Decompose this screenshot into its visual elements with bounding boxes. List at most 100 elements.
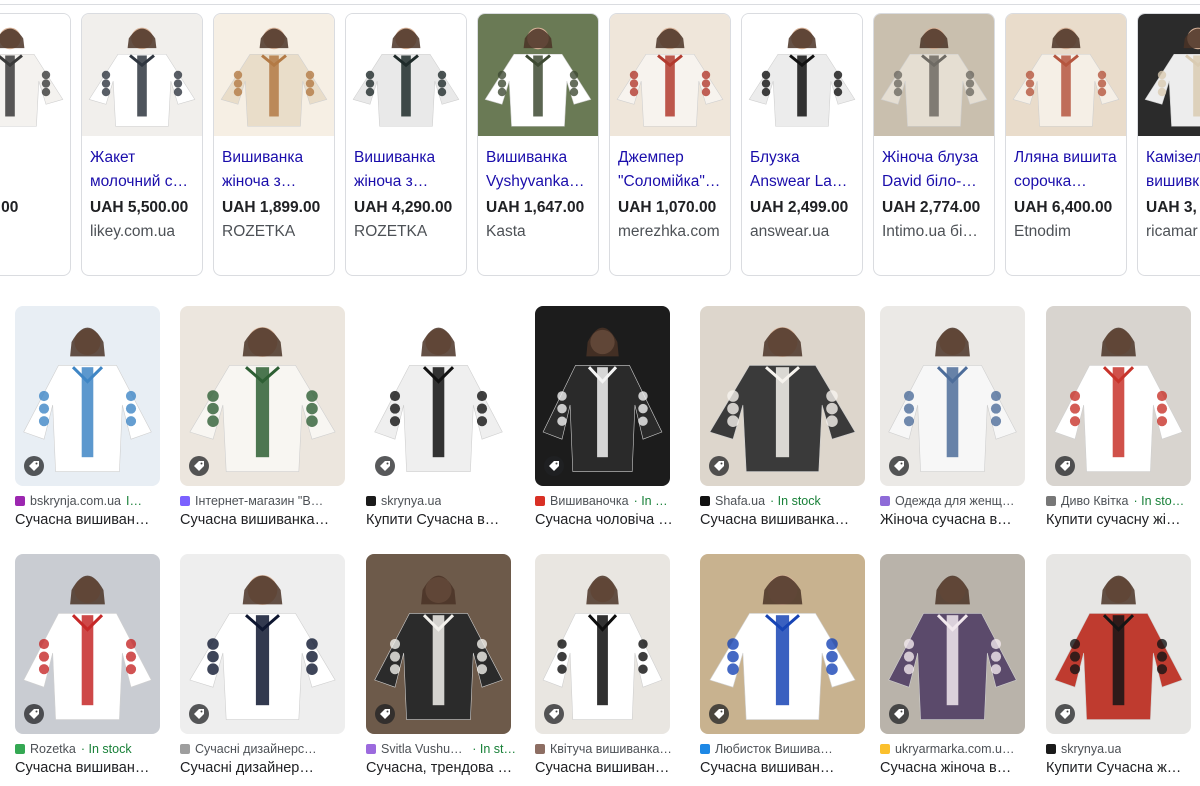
product-image[interactable] [478,14,598,136]
product-image[interactable] [214,14,334,136]
result-image[interactable] [366,554,511,734]
product-title[interactable]: Жакет молочний с… [90,146,198,194]
result-image[interactable] [535,554,670,734]
product-title[interactable]: Джемпер "Соломійка"… [618,146,726,194]
product-image[interactable] [0,14,70,136]
image-result[interactable]: Любисток Вишива… Сучасна вишиван… [700,554,865,776]
image-result[interactable]: ukryarmarka.com.u… Сучасна жіноча в… [880,554,1028,776]
result-image[interactable] [700,554,865,734]
result-caption[interactable]: Сучасна вишиван… [535,760,685,776]
product-title[interactable]: Вишиванка жіноча з… [222,146,330,194]
result-image[interactable] [1046,554,1191,734]
shopping-card[interactable]: Вишиванка жіноча з… UAH 1,899.00 ROZETKA [213,13,335,276]
product-title-line1: Камізел [1146,149,1200,166]
shopping-card[interactable]: Вишиванка жіноча з… UAH 4,290.00 ROZETKA [345,13,467,276]
image-result[interactable]: skrynya.ua Купити Сучасна в… [366,306,514,528]
product-image[interactable] [610,14,730,136]
result-image[interactable] [700,306,865,486]
result-caption[interactable]: Сучасна жіноча в… [880,760,1030,776]
image-result[interactable]: Svitla Vushuvanka · In st… Сучасна, трендо… [366,554,516,776]
image-result[interactable]: Інтернет-магазин "Ви… Сучасна вишиванка "… [180,306,345,528]
image-result[interactable]: Rozetka · In stock Сучасна вишиван… [15,554,163,776]
image-result[interactable]: Shafa.ua · In stock Сучасна вишиванка … [700,306,865,528]
result-image[interactable] [535,306,670,486]
result-source[interactable]: Інтернет-магазин "Ви… [180,493,330,509]
shopping-card[interactable]: Лляна вишита сорочка… UAH 6,400.00 Etnodim [1005,13,1127,276]
image-result[interactable]: Диво Квітка · In sto… Купити сучасну жі… [1046,306,1194,528]
result-image[interactable] [1046,306,1191,486]
result-source[interactable]: Любисток Вишива… [700,741,850,757]
stock-status: · In st… [472,742,516,756]
result-source[interactable]: skrynya.ua [366,493,516,509]
result-source[interactable]: Shafa.ua · In stock [700,493,850,509]
product-title[interactable]: нкаайз… [0,146,66,194]
shopping-card[interactable]: Камізел вишивк… UAH 3, ricamar [1137,13,1200,276]
site-favicon-icon [1046,744,1056,754]
result-source[interactable]: Svitla Vushuvanka · In st… [366,741,516,757]
product-title[interactable]: Вишиванка жіноча з… [354,146,462,194]
shopping-card[interactable]: нкаайз… 1,605.00 ETKA [0,13,71,276]
site-favicon-icon [700,744,710,754]
result-caption[interactable]: Жіноча сучасна в… [880,512,1030,528]
product-image[interactable] [1006,14,1126,136]
result-image[interactable] [180,306,345,486]
product-title[interactable]: Камізел вишивк… [1146,146,1200,194]
site-favicon-icon [366,744,376,754]
image-result[interactable]: Вишиваночка · In … Сучасна чоловіча … [535,306,683,528]
result-image[interactable] [366,306,511,486]
shopping-card[interactable]: Джемпер "Соломійка"… UAH 1,070.00 merezhka.… [609,13,731,276]
shopping-card[interactable]: Жакет молочний с… UAH 5,500.00 likey.com.ua [81,13,203,276]
image-result[interactable]: Одежда для женщ… Жіноча сучасна в… [880,306,1028,528]
result-caption[interactable]: Сучасна вишиван… [15,760,165,776]
result-source[interactable]: Сучасні дизайнерс… [180,741,330,757]
result-image[interactable] [880,554,1025,734]
result-caption[interactable]: Купити сучасну жі… [1046,512,1196,528]
image-result[interactable]: skrynya.ua Купити Сучасна ж… [1046,554,1194,776]
result-caption[interactable]: Сучасні дизайнер… [180,760,330,776]
result-caption[interactable]: Купити Сучасна в… [366,512,516,528]
shopping-card[interactable]: Блузка Answear La… UAH 2,499.00 answear.ua [741,13,863,276]
image-result[interactable]: Квітуча вишиванка… Сучасна вишиван… [535,554,683,776]
product-tag-icon [189,704,209,724]
result-source[interactable]: Квітуча вишиванка… [535,741,685,757]
result-source[interactable]: bskrynja.com.ua І… [15,493,165,509]
result-image[interactable] [180,554,345,734]
result-source[interactable]: Одежда для женщ… [880,493,1030,509]
result-caption[interactable]: Сучасна вишиван… [700,760,850,776]
image-result[interactable]: Сучасні дизайнерс… Сучасні дизайнер… [180,554,345,776]
product-title[interactable]: Жіноча блуза David біло-… [882,146,990,194]
result-caption[interactable]: Сучасна чоловіча … [535,512,685,528]
result-caption[interactable]: Сучасна вишиван… [15,512,165,528]
image-result[interactable]: bskrynja.com.ua І… Сучасна вишиван… [15,306,163,528]
result-source[interactable]: skrynya.ua [1046,741,1196,757]
result-caption[interactable]: Сучасна вишиванка … [700,512,850,528]
result-source[interactable]: Диво Квітка · In sto… [1046,493,1196,509]
result-image[interactable] [15,554,160,734]
site-favicon-icon [1046,496,1056,506]
result-caption[interactable]: Сучасна вишиванка "… [180,512,330,528]
product-title[interactable]: Лляна вишита сорочка… [1014,146,1122,194]
product-title-line1: нка [0,146,66,170]
product-image[interactable] [874,14,994,136]
product-price: UAH 2,774.00 [882,199,981,216]
product-title-line1: Вишиванка [222,149,304,166]
result-caption[interactable]: Сучасна, трендова чо… [366,760,516,776]
result-image[interactable] [880,306,1025,486]
product-image[interactable] [742,14,862,136]
product-image[interactable] [1138,14,1200,136]
result-source[interactable]: Rozetka · In stock [15,741,165,757]
result-caption[interactable]: Купити Сучасна ж… [1046,760,1196,776]
product-title[interactable]: Вишиванка Vyshyvanka… [486,146,594,194]
result-source[interactable]: Вишиваночка · In … [535,493,685,509]
product-image[interactable] [346,14,466,136]
product-title[interactable]: Блузка Answear La… [750,146,858,194]
site-favicon-icon [180,744,190,754]
shopping-carousel[interactable]: нкаайз… 1,605.00 ETKA Жакет молочний с… UAH 5… [0,13,1200,278]
shopping-card[interactable]: Вишиванка Vyshyvanka… UAH 1,647.00 Kasta [477,13,599,276]
result-image[interactable] [15,306,160,486]
shopping-card[interactable]: Жіноча блуза David біло-… UAH 2,774.00 Inti… [873,13,995,276]
result-source[interactable]: ukryarmarka.com.u… [880,741,1030,757]
source-name: Диво Квітка [1061,494,1129,508]
product-store: ROZETKA [354,223,428,240]
product-image[interactable] [82,14,202,136]
